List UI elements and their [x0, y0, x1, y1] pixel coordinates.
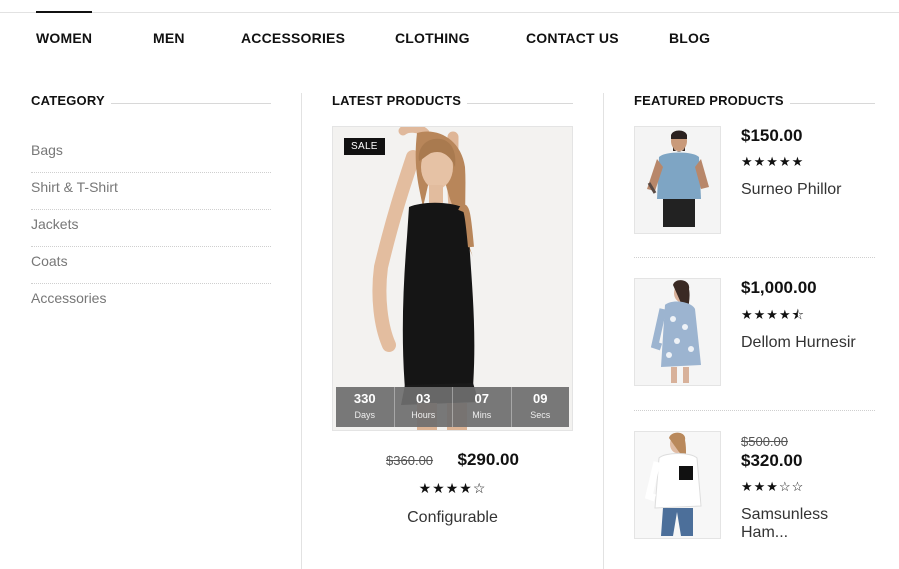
- countdown-mins: 07 Mins: [453, 387, 512, 427]
- featured-item-3-rating: ★★★☆☆: [741, 479, 805, 494]
- latest-product-name[interactable]: Configurable: [332, 509, 573, 527]
- mega-menu-panel: CATEGORY Bags Shirt & T-Shirt Jackets Co…: [0, 62, 899, 569]
- latest-products-title: LATEST PRODUCTS: [332, 93, 468, 108]
- nav-item-accessories[interactable]: ACCESSORIES: [241, 12, 345, 62]
- main-nav: WOMEN MEN ACCESSORIES CLOTHING CONTACT U…: [0, 11, 899, 62]
- nav-item-clothing[interactable]: CLOTHING: [395, 12, 470, 62]
- featured-separator: [634, 257, 875, 258]
- latest-price: $290.00: [457, 450, 519, 469]
- countdown-days: 330 Days: [336, 387, 395, 427]
- featured-item-2-image[interactable]: [634, 278, 721, 386]
- column-divider: [301, 93, 302, 569]
- featured-item-1-name[interactable]: Surneo Phillor: [741, 181, 876, 199]
- countdown-hours-value: 03: [416, 391, 431, 406]
- countdown-secs-label: Secs: [530, 410, 551, 420]
- countdown-hours: 03 Hours: [395, 387, 453, 427]
- category-item-accessories[interactable]: Accessories: [31, 284, 271, 321]
- countdown-secs: 09 Secs: [512, 387, 570, 427]
- countdown-mins-label: Mins: [472, 410, 492, 420]
- sale-countdown: 330 Days 03 Hours 07 Mins 09 Secs: [336, 387, 569, 427]
- latest-product-image[interactable]: SALE 330 Days 03 Hours 07 Mins 09 Secs: [332, 126, 573, 431]
- latest-price-row: $360.00 $290.00: [332, 450, 573, 470]
- featured-item-2-price: $1,000.00: [741, 278, 817, 297]
- featured-item-2-name[interactable]: Dellom Hurnesir: [741, 334, 876, 352]
- featured-products-title: FEATURED PRODUCTS: [634, 93, 790, 108]
- featured-item-1-image[interactable]: [634, 126, 721, 234]
- column-divider: [603, 93, 604, 569]
- latest-old-price: $360.00: [386, 453, 434, 468]
- nav-item-women[interactable]: WOMEN: [36, 11, 93, 62]
- category-item-shirts[interactable]: Shirt & T-Shirt: [31, 173, 271, 210]
- featured-item-3-price: $320.00: [741, 451, 803, 470]
- category-item-bags[interactable]: Bags: [31, 136, 271, 173]
- featured-item-3-image[interactable]: [634, 431, 721, 539]
- latest-rating-stars: ★★★★☆: [418, 480, 487, 496]
- category-item-jackets[interactable]: Jackets: [31, 210, 271, 247]
- nav-item-men[interactable]: MEN: [153, 12, 185, 62]
- countdown-days-label: Days: [354, 410, 375, 420]
- featured-item-2-rating: ★★★★⯪: [741, 307, 805, 322]
- featured-item-1-rating: ★★★★★: [741, 154, 805, 169]
- featured-item-3-name[interactable]: Samsunless Ham...: [741, 506, 876, 542]
- featured-separator: [634, 410, 875, 411]
- woman-black-romper-photo: [333, 127, 572, 430]
- countdown-days-value: 330: [353, 391, 376, 406]
- featured-item-3-old-price: $500.00: [741, 434, 788, 449]
- man-denim-shirt-photo: [635, 127, 720, 233]
- countdown-secs-value: 09: [533, 391, 548, 406]
- nav-item-blog[interactable]: BLOG: [669, 12, 710, 62]
- nav-item-contact-us[interactable]: CONTACT US: [526, 12, 619, 62]
- featured-item-1-price: $150.00: [741, 126, 803, 145]
- category-item-coats[interactable]: Coats: [31, 247, 271, 284]
- countdown-hours-label: Hours: [411, 410, 436, 420]
- sale-badge: SALE: [344, 138, 385, 155]
- woman-floral-coat-photo: [635, 279, 720, 385]
- countdown-mins-value: 07: [474, 391, 489, 406]
- category-title: CATEGORY: [31, 93, 111, 108]
- woman-white-sweater-photo: [635, 432, 720, 538]
